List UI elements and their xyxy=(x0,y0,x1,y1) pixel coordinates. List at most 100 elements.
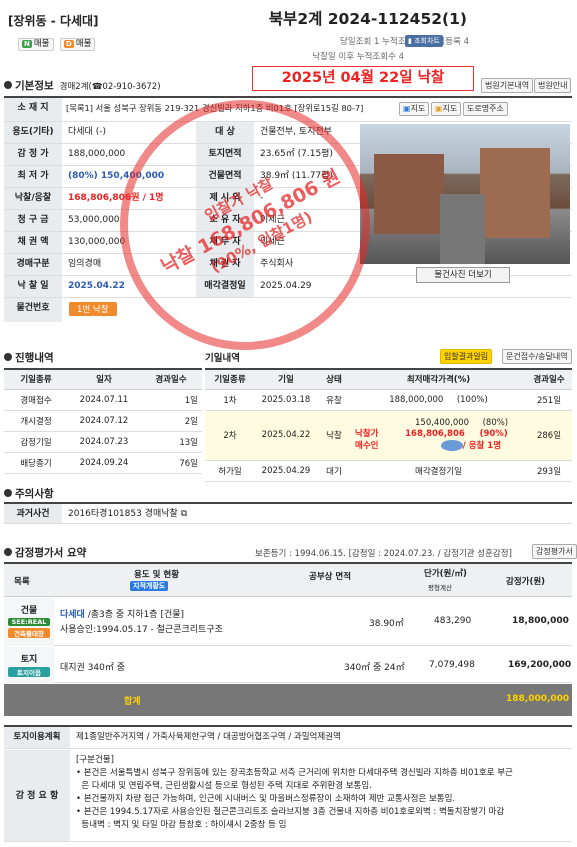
table-row: 경매접수 2024.07.11 1일 xyxy=(4,389,202,411)
col-header: 기일종류 xyxy=(205,368,255,390)
cadastral-map-button[interactable]: 지적개황도 xyxy=(130,581,169,591)
cell: 2024.07.12 xyxy=(68,410,140,432)
seereal-badge[interactable]: SEE:REAL xyxy=(8,618,50,626)
cell: 경매접수 xyxy=(4,389,68,411)
land-use-label: 토지이용계획 xyxy=(4,727,70,748)
col-header: 기일 xyxy=(255,368,317,390)
item-no-row: 물건번호 1번 낙찰 xyxy=(4,298,572,322)
row-value: 2025.04.22 xyxy=(68,281,125,291)
row-value-2: 38.9㎡ (11.77평) xyxy=(260,171,333,181)
post-sale-views: 낙찰일 이후 누적조회수 4 xyxy=(312,52,404,62)
photo-building xyxy=(374,154,444,234)
basic-title-text: 기본정보 xyxy=(15,80,54,92)
area-value: 340㎡ 중 24㎡ xyxy=(344,663,405,673)
tag-n-listing[interactable]: N 매물 xyxy=(18,38,54,51)
price: 150,400,000 xyxy=(415,418,470,428)
map-button-2[interactable]: ▣지도 xyxy=(431,102,462,116)
row-label: 토지 토지이음 xyxy=(4,647,54,683)
view-chart-label: 조회차트 xyxy=(414,37,440,45)
court-basic-button[interactable]: 법원기본내역 xyxy=(481,78,534,93)
land-use-badge[interactable]: 토지이음 xyxy=(8,667,50,677)
road-address-button[interactable]: 도로명주소 xyxy=(463,102,508,116)
win-value: 168,806,806 xyxy=(405,429,465,439)
notice-title-text: 주의사항 xyxy=(15,488,54,500)
row-label: 경매구분 xyxy=(4,254,62,275)
row-value-2: 건물전부, 토지전부 xyxy=(260,127,332,137)
review-label: 감 정 요 항 xyxy=(4,750,70,841)
tag-badge: D xyxy=(64,40,74,48)
view-chart-button[interactable]: ▮ 조회차트 xyxy=(405,35,443,47)
unit-price: 7,079,498 xyxy=(429,660,475,670)
map-pin-icon: ▣ xyxy=(403,104,411,113)
row-label-2: 소 유 자 xyxy=(196,210,254,231)
approval-info: 사용승인:1994.05.17 - 철근콘크리트구조 xyxy=(60,625,223,635)
use-type: 대지권 340㎡ 중 xyxy=(60,663,126,673)
pct: (100%) xyxy=(456,394,488,405)
table-header-row: 기일종류 일자 경과일수 xyxy=(4,368,202,390)
row-value: 임의경매 xyxy=(68,259,102,269)
appraised-price: 169,200,000 xyxy=(508,660,572,670)
row-label-2: 토지면적 xyxy=(196,144,254,165)
past-case-link[interactable]: 2016타경101853 경매낙찰 ⧉ xyxy=(68,504,187,523)
appraisal-report-button[interactable]: 감정평가서 xyxy=(532,544,577,559)
row-name: 토지 xyxy=(20,655,38,665)
cell: 188,000,000 (100%) xyxy=(351,389,526,411)
tag-badge: N xyxy=(22,40,32,48)
price: 188,000,000 xyxy=(389,394,444,405)
cell: 286일 xyxy=(526,410,572,461)
document-history-button[interactable]: 문건접수/송달내역 xyxy=(502,349,572,364)
win-pct: (90%) xyxy=(479,429,508,439)
cell: 2024.09.24 xyxy=(68,452,140,474)
notice-title: 주의사항 xyxy=(4,486,54,501)
court-notice-button[interactable]: 법원안내 xyxy=(534,78,572,93)
cell: 2일 xyxy=(140,410,202,432)
review-line: 은 다세대 및 연립주택, 근린생활시설 등으로 형성된 주택 지대로 주위환경… xyxy=(76,781,372,791)
table-row: 허가일 2025.04.29 대기 매각결정기일 293일 xyxy=(205,460,572,482)
appraisal-title-text: 감정평가서 요약 xyxy=(15,547,87,559)
appraisal-title: 감정평가서 요약 xyxy=(4,545,86,560)
row-label-2: 채 무 자 xyxy=(196,232,254,253)
cell: 낙찰 xyxy=(317,410,351,461)
map-button-1[interactable]: ▣지도 xyxy=(399,102,430,116)
cell: 13일 xyxy=(140,431,202,453)
row-label-2: 매각결정일 xyxy=(196,276,254,297)
appraisal-review: 감 정 요 항 [구분건물] • 본건은 서울특별시 성북구 장위동에 있는 장… xyxy=(4,750,572,842)
row-label-2: 건물면적 xyxy=(196,166,254,187)
schedule-table: 기일종류 기일 상태 최저매각가격(%) 경과일수 1차 2025.03.18 … xyxy=(205,368,572,482)
masked-buyer-icon xyxy=(440,440,463,451)
sale-result-banner: 2025년 04월 22일 낙찰 xyxy=(252,66,474,91)
appraisal-row-building: 건물 SEE:REAL 건축물대장 다세대 /총3층 중 지하1층 [건물] 사… xyxy=(4,598,572,646)
cell: 대기 xyxy=(317,460,351,482)
table-row: 2차 2025.04.22 낙찰 150,400,000 (80%) 낙찰가 1… xyxy=(205,410,572,461)
review-line: • 본건은 1994.5.17자로 사용승인된 철근콘크리트조 슬라브지붕 3층… xyxy=(76,807,505,817)
appraisal-header: 목록 용도 및 현황 지적개황도 공부상 면적 단가(원/㎡) 평형계산 감정가… xyxy=(4,564,572,597)
section-bullet-icon xyxy=(4,489,12,497)
tag-d-listing[interactable]: D 매물 xyxy=(60,38,96,51)
row-value: 53,000,000 xyxy=(68,215,120,225)
bid-result-alert-button[interactable]: 입찰결과알림 xyxy=(440,349,493,364)
cell: 2024.07.11 xyxy=(68,389,140,411)
table-row: 개시결정 2024.07.12 2일 xyxy=(4,410,202,432)
building-ledger-badge[interactable]: 건축물대장 xyxy=(8,628,50,638)
col-header: 공부상 면적 xyxy=(309,572,352,582)
pct: (80%) xyxy=(482,418,509,428)
area-value: 38.90㎡ xyxy=(369,619,404,629)
total-label: 합계 xyxy=(124,697,141,707)
appraisal-row-land: 토지 토지이음 대지권 340㎡ 중 340㎡ 중 24㎡ 7,079,498 … xyxy=(4,647,572,683)
row-label: 최 저 가 xyxy=(4,166,62,187)
pyeong-calc[interactable]: 평형계산 xyxy=(428,582,452,592)
photo-building xyxy=(480,148,550,238)
row-label-2: 제 시 외 xyxy=(196,188,254,209)
tag-label: 매물 xyxy=(33,39,50,49)
property-photo[interactable] xyxy=(360,124,570,264)
min-price-line: 150,400,000 (80%) xyxy=(355,418,526,429)
row-label: 낙찰/응찰 xyxy=(4,188,62,209)
col-header: 상태 xyxy=(317,368,351,390)
col-header: 용도 및 현황 xyxy=(134,570,180,580)
item-no-badge[interactable]: 1번 낙찰 xyxy=(69,302,117,316)
progress-title-text: 진행내역 xyxy=(15,352,54,364)
cell: 76일 xyxy=(140,452,202,474)
col-header: 경과일수 xyxy=(526,368,572,390)
appraisal-summary: 보존등기 : 1994.06.15. [감정일 : 2024.07.23. / … xyxy=(255,549,512,559)
more-photos-button[interactable]: 물건사진 더보기 xyxy=(416,267,510,283)
